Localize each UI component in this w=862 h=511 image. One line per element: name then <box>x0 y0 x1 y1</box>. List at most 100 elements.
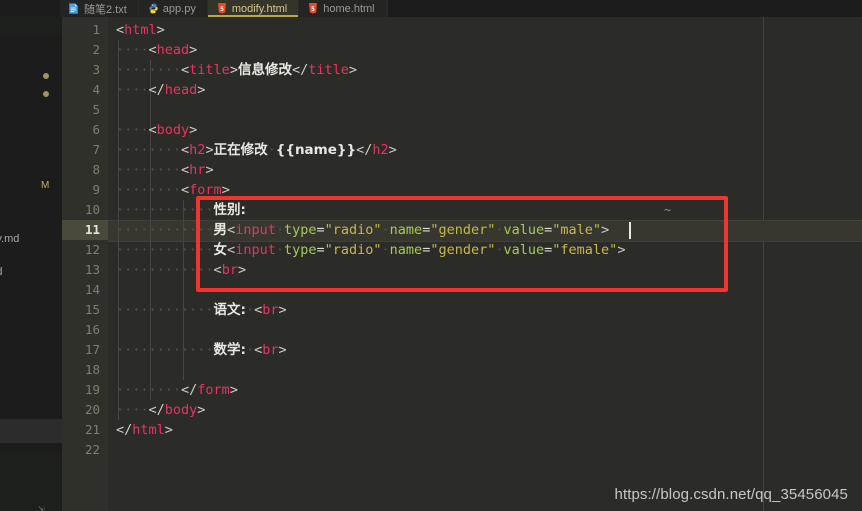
code-token-punc: > <box>189 122 198 138</box>
code-line-13[interactable]: ············<br> <box>116 260 246 280</box>
code-line-4[interactable]: ····</head> <box>116 80 205 100</box>
code-token-ws: ···· <box>116 342 149 358</box>
line-number-22[interactable]: 22 <box>60 440 100 460</box>
code-token-ws: ···· <box>116 262 149 278</box>
sidebar-file-item[interactable]: ...my.md <box>0 233 19 245</box>
code-line-17[interactable]: ············数学:·<br> <box>116 340 287 360</box>
code-line-10[interactable]: ············性别: <box>116 200 246 220</box>
line-number-14[interactable]: 14 <box>60 280 100 300</box>
line-number-4[interactable]: 4 <box>60 80 100 100</box>
code-line-12[interactable]: ············女<input·type="radio"·name="g… <box>116 240 625 260</box>
tab-bar-left-spacer <box>0 0 60 17</box>
code-token-tag: body <box>164 402 198 418</box>
editor-tab--2-txt[interactable]: 随笔2.txt <box>60 0 139 17</box>
code-token-ws: ···· <box>148 242 182 258</box>
code-token-punc: < <box>148 42 157 58</box>
code-line-11[interactable]: ············男<input·type="radio"·name="g… <box>116 220 609 240</box>
code-token-tag: body <box>156 122 190 138</box>
line-number-16[interactable]: 16 <box>60 320 100 340</box>
line-number-18[interactable]: 18 <box>60 360 100 380</box>
code-line-3[interactable]: ········<title>信息修改</title> <box>116 60 357 80</box>
line-number-10[interactable]: 10 <box>60 200 100 220</box>
code-token-punc: > <box>278 302 287 318</box>
code-line-7[interactable]: ········<h2>正在修改·{{name}}</h2> <box>116 140 397 160</box>
line-number-21[interactable]: 21 <box>60 420 100 440</box>
code-token-str: "female" <box>552 242 618 258</box>
code-token-str: "gender" <box>430 242 496 258</box>
code-line-15[interactable]: ············语文:·<br> <box>116 300 287 320</box>
line-number-6[interactable]: 6 <box>60 120 100 140</box>
line-number-2[interactable]: 2 <box>60 40 100 60</box>
editor-tab-home-html[interactable]: 5 home.html <box>299 0 387 17</box>
code-token-ws: ···· <box>181 222 214 238</box>
code-editor[interactable]: 1 2 3 4 5 6 7 8 9 10 11 12 13 14 15 16 17 18 19 20 21 22 <htm… <box>62 17 862 511</box>
code-content-area[interactable]: <html> ····<head> ········<title>信息修改</tit… <box>108 17 862 511</box>
tab-label: modify.html <box>231 2 288 15</box>
sidebar-selected-row[interactable] <box>0 419 62 443</box>
code-line-20[interactable]: ····</body> <box>116 400 205 420</box>
project-tree-panel[interactable]: M ...my.md ...md <box>0 35 62 453</box>
code-token-tag: br <box>262 302 279 318</box>
line-number-7[interactable]: 7 <box>60 140 100 160</box>
code-token-punc: </ <box>181 382 198 398</box>
line-number-5[interactable]: 5 <box>60 100 100 120</box>
code-token-punc: > <box>205 142 214 158</box>
code-token-punc: > <box>237 262 247 278</box>
code-token-txt: 语文: <box>213 302 246 318</box>
code-token-tag: br <box>262 342 279 358</box>
code-token-eq: = <box>316 242 325 258</box>
line-number-20[interactable]: 20 <box>60 400 100 420</box>
code-token-punc: > <box>189 42 198 58</box>
code-line-6[interactable]: ····<body> <box>116 120 197 140</box>
editor-tab-app-py[interactable]: app.py <box>138 0 208 17</box>
code-token-punc: > <box>617 242 626 258</box>
line-number-8[interactable]: 8 <box>60 160 100 180</box>
code-token-ws: ···· <box>116 142 149 158</box>
code-line-21[interactable]: </html> <box>116 420 173 440</box>
line-number-1[interactable]: 1 <box>60 20 100 40</box>
code-line-9[interactable]: ········<form> <box>116 180 230 200</box>
code-token-txt: {{name}} <box>275 142 357 158</box>
code-token-ws: ···· <box>148 302 182 318</box>
code-token-tag: form <box>197 382 230 398</box>
line-number-3[interactable]: 3 <box>60 60 100 80</box>
svg-text:5: 5 <box>311 6 315 13</box>
code-token-punc: < <box>254 302 263 318</box>
code-token-tag: html <box>132 422 165 438</box>
code-token-txt: 男 <box>213 222 228 238</box>
line-number-gutter[interactable]: 1 2 3 4 5 6 7 8 9 10 11 12 13 14 15 16 17 18 19 20 21 22 <box>62 17 108 511</box>
code-token-punc: > <box>221 182 230 198</box>
code-token-attr: type <box>283 242 317 258</box>
line-number-12[interactable]: 12 <box>60 240 100 260</box>
line-number-9[interactable]: 9 <box>60 180 100 200</box>
line-number-11[interactable]: 11 <box>60 220 100 240</box>
line-number-15[interactable]: 15 <box>60 300 100 320</box>
code-token-ws: ···· <box>116 82 149 98</box>
code-line-8[interactable]: ········<hr> <box>116 160 214 180</box>
fold-marker-icon[interactable]: ~ <box>664 200 671 220</box>
code-line-2[interactable]: ····<head> <box>116 40 197 60</box>
code-token-punc: < <box>148 122 157 138</box>
code-line-1[interactable]: <html> <box>116 20 165 40</box>
code-token-attr: value <box>503 222 545 238</box>
line-number-19[interactable]: 19 <box>60 380 100 400</box>
code-token-ws: · <box>275 222 284 238</box>
code-token-punc: > <box>229 62 238 78</box>
code-token-ws: ···· <box>148 202 182 218</box>
code-token-tag: input <box>235 242 276 258</box>
code-token-punc: > <box>348 62 357 78</box>
code-token-ws: ···· <box>116 42 149 58</box>
code-token-tag: title <box>308 62 349 78</box>
code-token-ws: ···· <box>148 262 182 278</box>
code-token-ws: ···· <box>116 162 149 178</box>
project-sidebar[interactable]: M ...my.md ...md ⇲ <box>0 17 62 511</box>
code-line-19[interactable]: ········</form> <box>116 380 238 400</box>
text-file-icon <box>69 2 79 15</box>
code-token-tag: head <box>164 82 198 98</box>
sidebar-file-item[interactable]: ...md <box>0 266 2 278</box>
line-number-17[interactable]: 17 <box>60 340 100 360</box>
line-number-13[interactable]: 13 <box>60 260 100 280</box>
editor-tab-modify-html[interactable]: 5 modify.html <box>207 0 300 17</box>
editor-tab-bar: 随笔2.txt app.py 5 modify.html 5 home.html <box>0 0 862 17</box>
text-caret <box>629 222 631 239</box>
